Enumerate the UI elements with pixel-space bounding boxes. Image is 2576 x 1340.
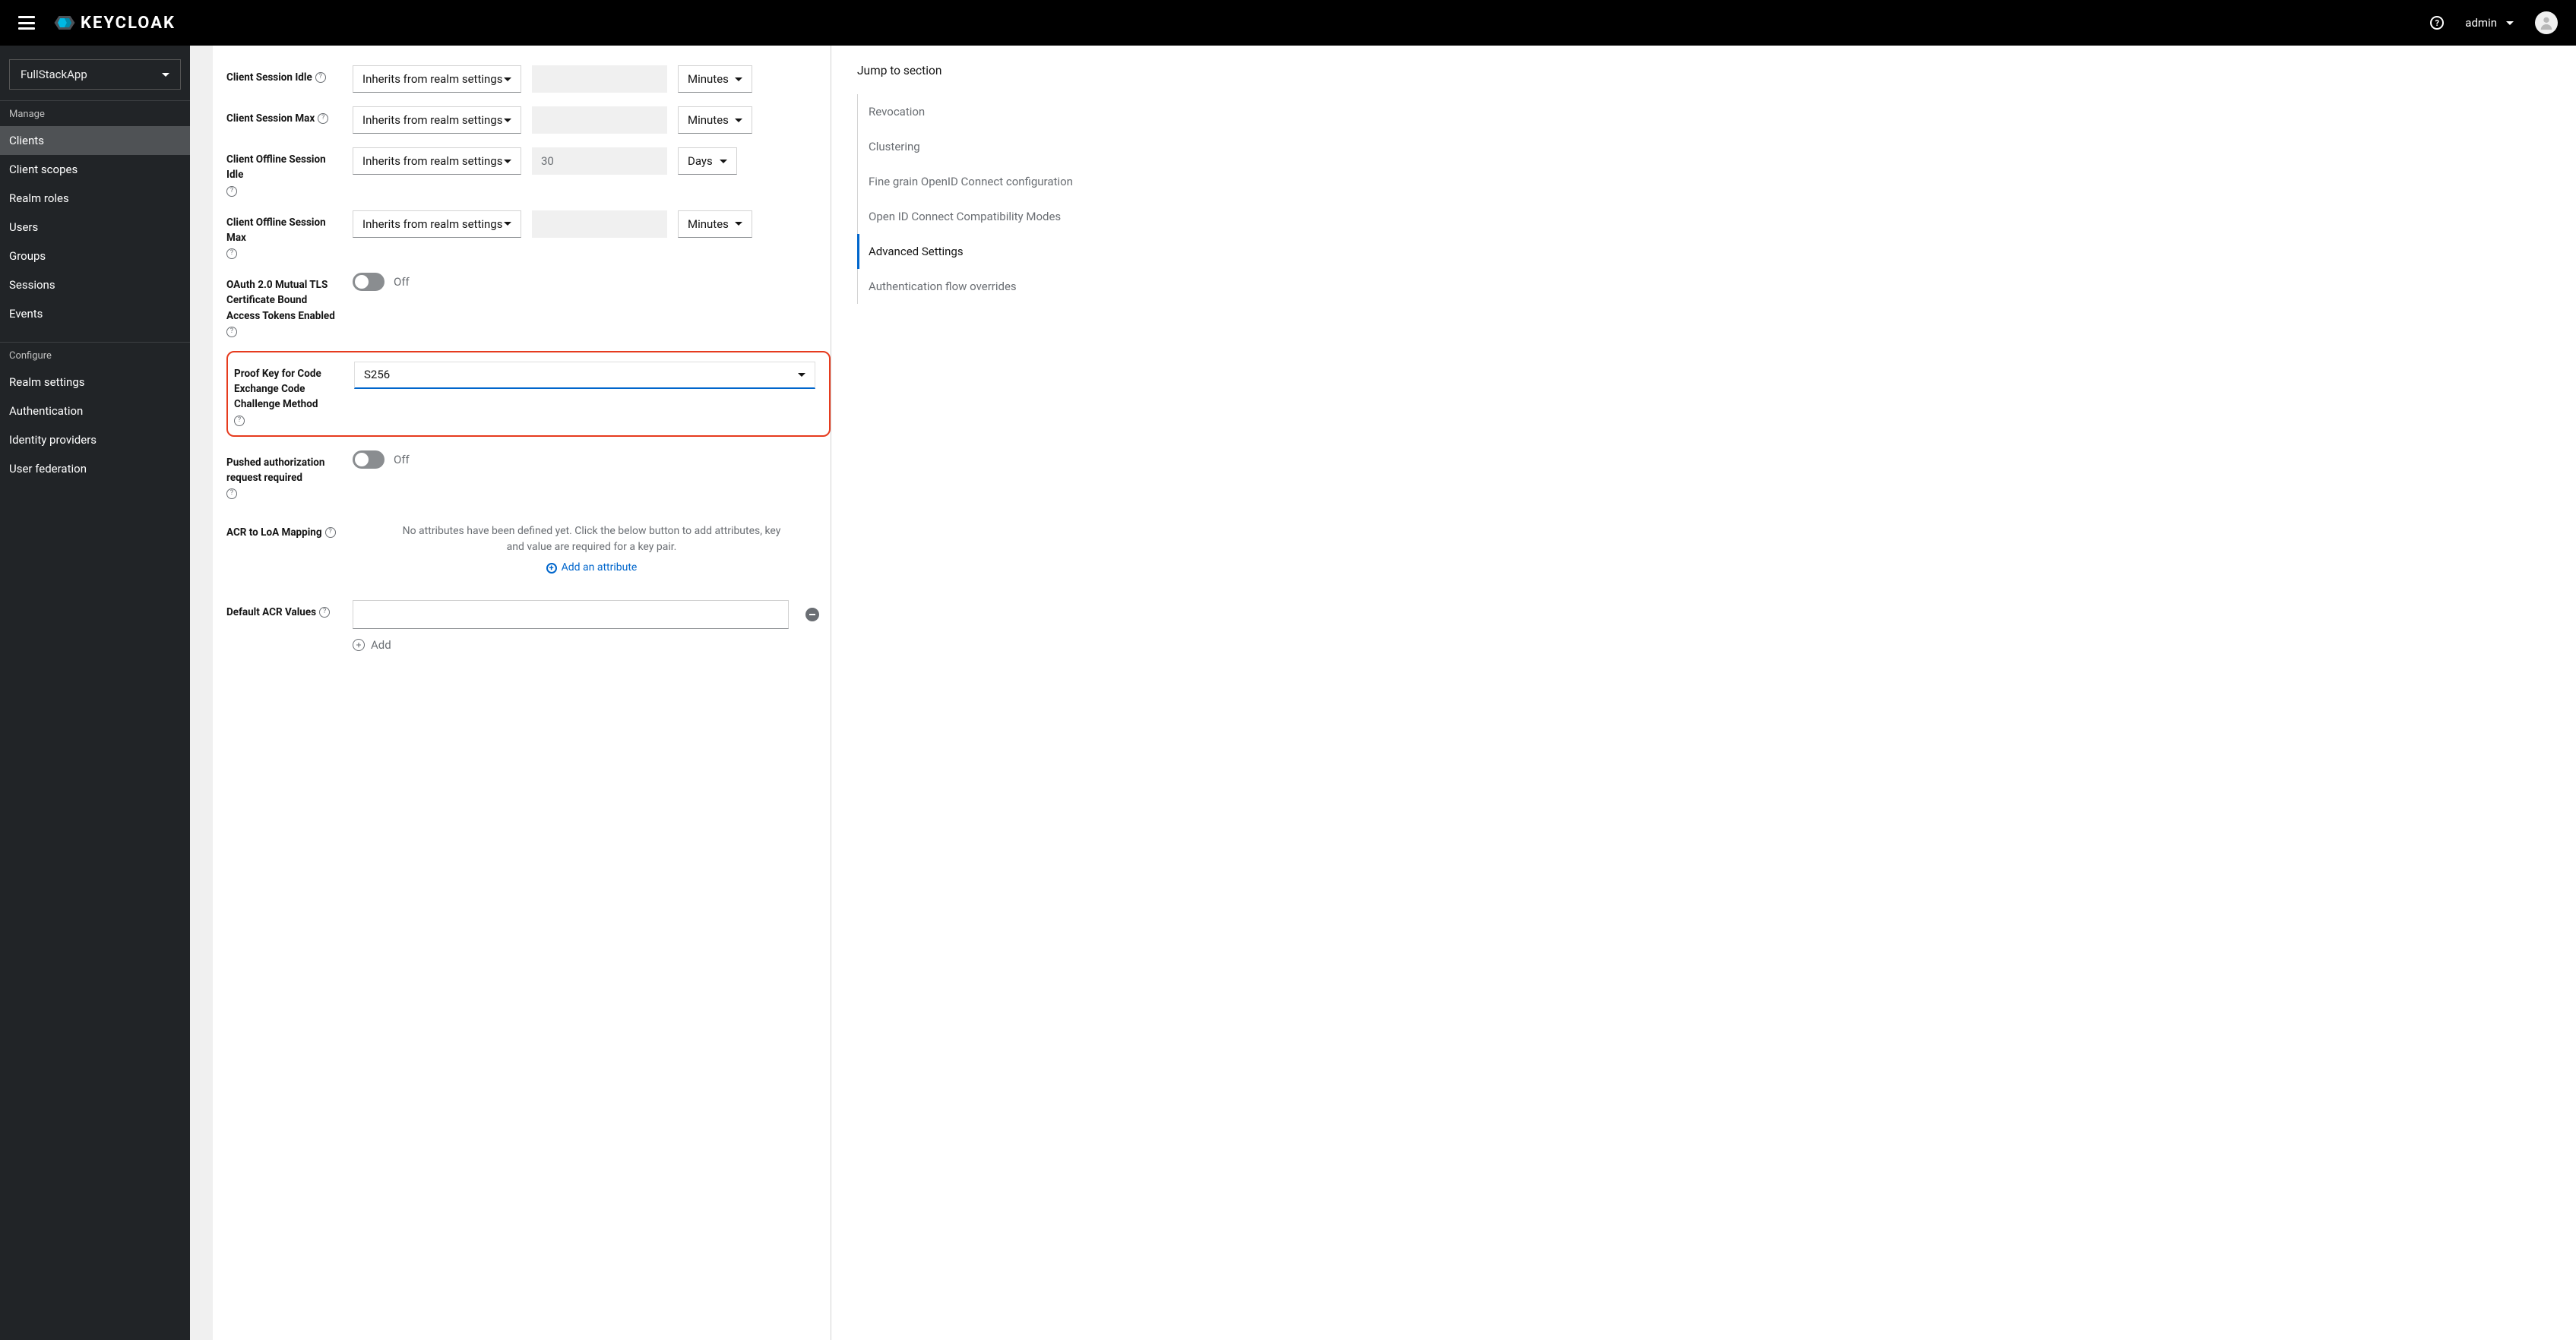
- jump-item-auth-flow-overrides[interactable]: Authentication flow overrides: [857, 269, 1112, 304]
- highlight-pkce: Proof Key for Code Exchange Code Challen…: [226, 351, 831, 437]
- sidebar-section-manage: Manage: [0, 101, 190, 126]
- value-input[interactable]: [532, 65, 667, 93]
- help-icon[interactable]: ?: [226, 488, 237, 499]
- help-icon[interactable]: ?: [234, 416, 245, 426]
- brand-logo[interactable]: KEYCLOAK: [53, 11, 176, 34]
- sidebar-section-configure: Configure: [0, 343, 190, 368]
- unit-select[interactable]: Minutes: [678, 65, 752, 93]
- caret-down-icon: [720, 160, 727, 163]
- switch-state: Off: [394, 453, 410, 466]
- avatar[interactable]: [2535, 11, 2558, 34]
- label: Client Session Max: [226, 111, 315, 126]
- help-icon[interactable]: ?: [226, 248, 237, 259]
- row-client-session-idle: Client Session Idle? Inherits from realm…: [226, 65, 831, 93]
- row-client-offline-session-max: Client Offline Session Max? Inherits fro…: [226, 210, 831, 260]
- sidebar-item-identity-providers[interactable]: Identity providers: [0, 425, 190, 454]
- top-bar: KEYCLOAK ? admin: [0, 0, 2576, 46]
- sidebar-item-users[interactable]: Users: [0, 213, 190, 242]
- row-oauth-mtls: OAuth 2.0 Mutual TLS Certificate Bound A…: [226, 273, 831, 337]
- plus-circle-icon: +: [546, 563, 557, 574]
- switch-oauth-mtls[interactable]: [353, 273, 385, 291]
- add-default-acr-button[interactable]: +Add: [353, 638, 831, 652]
- sidebar-item-clients[interactable]: Clients: [0, 126, 190, 155]
- caret-down-icon: [504, 119, 511, 122]
- select-inherit[interactable]: Inherits from realm settings: [353, 65, 521, 93]
- jump-item-fine-grain[interactable]: Fine grain OpenID Connect configuration: [857, 164, 1112, 199]
- user-menu-button[interactable]: admin: [2465, 16, 2514, 30]
- caret-down-icon: [798, 373, 805, 377]
- label: OAuth 2.0 Mutual TLS Certificate Bound A…: [226, 277, 339, 324]
- switch-pushed-auth[interactable]: [353, 450, 385, 469]
- remove-button[interactable]: [805, 608, 819, 621]
- select-inherit[interactable]: Inherits from realm settings: [353, 147, 521, 175]
- value-input[interactable]: [532, 106, 667, 134]
- label: Default ACR Values: [226, 605, 316, 620]
- sidebar-item-client-scopes[interactable]: Client scopes: [0, 155, 190, 184]
- realm-selector[interactable]: FullStackApp: [9, 59, 181, 90]
- row-default-acr: Default ACR Values?: [226, 600, 831, 629]
- sidebar-item-realm-settings[interactable]: Realm settings: [0, 368, 190, 397]
- value-input[interactable]: [532, 210, 667, 238]
- caret-down-icon: [504, 160, 511, 163]
- label: Proof Key for Code Exchange Code Challen…: [234, 366, 340, 412]
- caret-down-icon: [735, 77, 742, 81]
- label: Client Session Idle: [226, 70, 312, 85]
- sidebar: FullStackApp Manage Clients Client scope…: [0, 46, 190, 1340]
- help-icon[interactable]: ?: [2430, 16, 2444, 30]
- sidebar-item-authentication[interactable]: Authentication: [0, 397, 190, 425]
- label: Client Offline Session Max: [226, 215, 339, 246]
- help-icon[interactable]: ?: [325, 527, 336, 538]
- add-attribute-button[interactable]: +Add an attribute: [546, 560, 638, 576]
- jump-item-revocation[interactable]: Revocation: [857, 94, 1112, 129]
- value-input[interactable]: [532, 147, 667, 175]
- select-inherit[interactable]: Inherits from realm settings: [353, 210, 521, 238]
- caret-down-icon: [735, 222, 742, 226]
- jump-item-clustering[interactable]: Clustering: [857, 129, 1112, 164]
- sidebar-item-groups[interactable]: Groups: [0, 242, 190, 270]
- label: Client Offline Session Idle: [226, 152, 339, 183]
- sidebar-item-sessions[interactable]: Sessions: [0, 270, 190, 299]
- caret-down-icon: [162, 73, 169, 77]
- unit-select[interactable]: Minutes: [678, 106, 752, 134]
- label: Pushed authorization request required: [226, 455, 339, 486]
- main-content: Client Session Idle? Inherits from realm…: [190, 46, 2576, 1340]
- help-icon[interactable]: ?: [226, 327, 237, 337]
- caret-down-icon: [504, 222, 511, 226]
- select-pkce[interactable]: S256: [354, 362, 815, 389]
- sidebar-item-events[interactable]: Events: [0, 299, 190, 328]
- caret-down-icon: [504, 77, 511, 81]
- row-client-offline-session-idle: Client Offline Session Idle? Inherits fr…: [226, 147, 831, 197]
- form-area: Client Session Idle? Inherits from realm…: [213, 46, 831, 1340]
- label: ACR to LoA Mapping: [226, 525, 322, 540]
- help-icon[interactable]: ?: [318, 113, 328, 124]
- menu-toggle-button[interactable]: [18, 16, 35, 30]
- row-pkce: Proof Key for Code Exchange Code Challen…: [234, 362, 815, 426]
- brand-text: KEYCLOAK: [81, 14, 176, 33]
- default-acr-input[interactable]: [353, 600, 789, 629]
- jump-list: Revocation Clustering Fine grain OpenID …: [857, 94, 1112, 304]
- caret-down-icon: [735, 119, 742, 122]
- jump-item-oidc-compat[interactable]: Open ID Connect Compatibility Modes: [857, 199, 1112, 234]
- realm-name: FullStackApp: [21, 68, 87, 81]
- jump-title: Jump to section: [857, 64, 1112, 77]
- select-inherit[interactable]: Inherits from realm settings: [353, 106, 521, 134]
- jump-to-section-panel: Jump to section Revocation Clustering Fi…: [831, 46, 1112, 1340]
- caret-down-icon: [2506, 21, 2514, 25]
- unit-select[interactable]: Minutes: [678, 210, 752, 238]
- jump-item-advanced-settings[interactable]: Advanced Settings: [857, 234, 1112, 269]
- plus-circle-icon: +: [353, 639, 365, 651]
- row-acr-loa: ACR to LoA Mapping? No attributes have b…: [226, 520, 831, 579]
- switch-state: Off: [394, 275, 410, 289]
- help-icon[interactable]: ?: [315, 72, 326, 83]
- keycloak-logo-icon: [53, 11, 76, 34]
- user-name: admin: [2465, 16, 2497, 30]
- sidebar-item-realm-roles[interactable]: Realm roles: [0, 184, 190, 213]
- help-icon[interactable]: ?: [319, 607, 330, 618]
- help-icon[interactable]: ?: [226, 186, 237, 197]
- sidebar-item-user-federation[interactable]: User federation: [0, 454, 190, 483]
- unit-select[interactable]: Days: [678, 147, 737, 175]
- row-client-session-max: Client Session Max? Inherits from realm …: [226, 106, 831, 134]
- row-pushed-auth: Pushed authorization request required? O…: [226, 450, 831, 500]
- acr-empty-state: No attributes have been defined yet. Cli…: [353, 520, 831, 579]
